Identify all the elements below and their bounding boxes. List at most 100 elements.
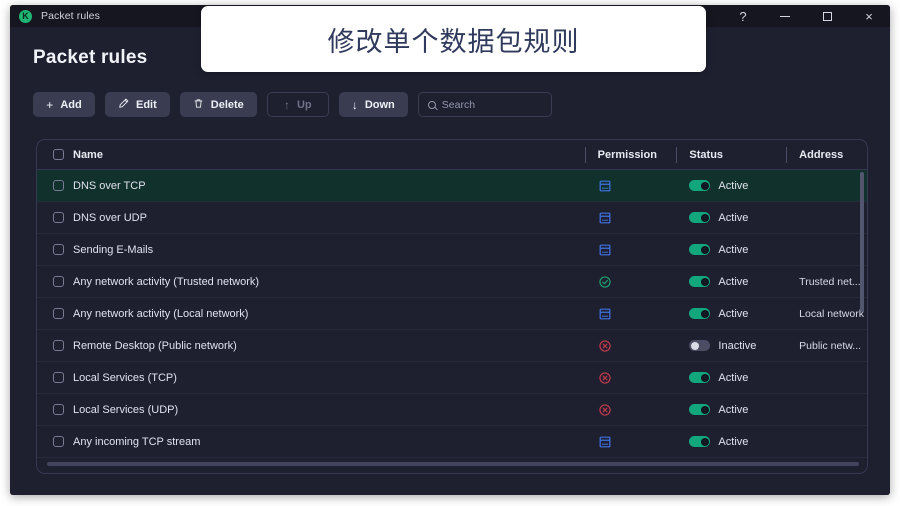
- move-down-button[interactable]: ↓ Down: [338, 92, 408, 117]
- help-icon[interactable]: ?: [722, 5, 764, 27]
- column-header-address[interactable]: Address: [786, 140, 867, 170]
- status-toggle[interactable]: [689, 340, 711, 351]
- permission-cell[interactable]: [585, 234, 677, 266]
- column-header-status[interactable]: Status: [676, 140, 786, 170]
- row-checkbox[interactable]: [53, 244, 64, 255]
- vertical-scrollbar[interactable]: [860, 172, 864, 312]
- row-checkbox[interactable]: [53, 372, 64, 383]
- close-icon[interactable]: ×: [848, 5, 890, 27]
- select-all-checkbox[interactable]: [53, 149, 64, 160]
- row-checkbox[interactable]: [53, 276, 64, 287]
- status-toggle-knob: [700, 373, 709, 382]
- permission-block-icon: [598, 403, 612, 417]
- status-toggle[interactable]: [689, 404, 711, 415]
- rule-name-cell: Any network activity (Trusted network): [37, 266, 585, 298]
- horizontal-scrollbar[interactable]: [47, 462, 859, 466]
- table-row[interactable]: Any incoming TCP stream Active: [37, 426, 867, 458]
- status-toggle[interactable]: [689, 372, 711, 383]
- table-row[interactable]: Local Services (UDP) Active: [37, 394, 867, 426]
- address-cell: Trusted net...: [799, 275, 861, 288]
- row-checkbox[interactable]: [53, 340, 64, 351]
- pencil-icon: [118, 98, 129, 111]
- row-checkbox[interactable]: [53, 308, 64, 319]
- permission-prompt-icon: [598, 211, 612, 225]
- status-cell[interactable]: Active: [676, 394, 786, 426]
- permission-cell[interactable]: [585, 266, 677, 298]
- status-toggle[interactable]: [689, 212, 711, 223]
- status-toggle[interactable]: [689, 276, 711, 287]
- screen: K Packet rules ? × Packet rules + Add Ed…: [0, 0, 900, 506]
- delete-button[interactable]: Delete: [179, 92, 257, 117]
- status-label: Active: [718, 179, 749, 192]
- minimize-icon[interactable]: [764, 5, 806, 27]
- row-checkbox[interactable]: [53, 436, 64, 447]
- permission-prompt-icon: [598, 307, 612, 321]
- column-header-name[interactable]: Name: [37, 140, 585, 170]
- rule-name-label: Sending E-Mails: [73, 243, 154, 256]
- address-cell: [786, 202, 867, 234]
- status-cell[interactable]: Inactive: [676, 330, 786, 362]
- permission-cell[interactable]: [585, 362, 677, 394]
- permission-block-icon: [598, 371, 612, 385]
- rules-table: Name Permission Status Address DNS over …: [36, 139, 868, 474]
- permission-cell[interactable]: [585, 298, 677, 330]
- status-cell[interactable]: Active: [676, 202, 786, 234]
- permission-cell[interactable]: [585, 170, 677, 202]
- rule-name-label: Local Services (TCP): [73, 371, 177, 384]
- rule-name-label: Remote Desktop (Public network): [73, 339, 237, 352]
- column-header-name-label: Name: [73, 148, 103, 161]
- status-cell[interactable]: Active: [676, 426, 786, 458]
- status-label: Active: [718, 307, 749, 320]
- status-label: Active: [718, 275, 749, 288]
- status-cell[interactable]: Active: [676, 170, 786, 202]
- status-cell[interactable]: Active: [676, 362, 786, 394]
- row-checkbox[interactable]: [53, 404, 64, 415]
- address-cell: [786, 362, 867, 394]
- row-checkbox[interactable]: [53, 212, 64, 223]
- table-row[interactable]: Remote Desktop (Public network) Inactive P…: [37, 330, 867, 362]
- add-button[interactable]: + Add: [33, 92, 95, 117]
- edit-button[interactable]: Edit: [105, 92, 170, 117]
- permission-block-icon: [598, 339, 612, 353]
- status-toggle-knob: [700, 437, 709, 446]
- permission-cell[interactable]: [585, 394, 677, 426]
- page-title: Packet rules: [33, 47, 148, 68]
- row-checkbox[interactable]: [53, 180, 64, 191]
- move-up-button[interactable]: ↑ Up: [266, 92, 329, 117]
- status-cell[interactable]: Active: [676, 234, 786, 266]
- window-controls: ? ×: [722, 5, 890, 27]
- permission-cell[interactable]: [585, 330, 677, 362]
- rule-name-cell: DNS over UDP: [37, 202, 585, 234]
- table-row[interactable]: Any network activity (Local network) Acti…: [37, 298, 867, 330]
- table-row[interactable]: DNS over TCP Active: [37, 170, 867, 202]
- status-toggle[interactable]: [689, 308, 711, 319]
- rule-name-cell: Local Services (TCP): [37, 362, 585, 394]
- table-body: DNS over TCP Active DNS over UDP Active Send…: [37, 170, 867, 473]
- table-row[interactable]: Sending E-Mails Active: [37, 234, 867, 266]
- table-row[interactable]: Local Services (TCP) Active: [37, 362, 867, 394]
- status-cell[interactable]: Active: [676, 298, 786, 330]
- column-header-permission[interactable]: Permission: [584, 140, 677, 170]
- rule-name-cell: Sending E-Mails: [37, 234, 585, 266]
- permission-cell[interactable]: [585, 426, 677, 458]
- status-toggle-knob: [700, 213, 709, 222]
- status-label: Active: [718, 403, 749, 416]
- table-row[interactable]: Any network activity (Trusted network) Ac…: [37, 266, 867, 298]
- permission-cell[interactable]: [585, 202, 677, 234]
- status-cell[interactable]: Active: [676, 266, 786, 298]
- status-toggle-knob: [700, 405, 709, 414]
- rule-name-label: DNS over TCP: [73, 179, 146, 192]
- status-toggle[interactable]: [689, 244, 711, 255]
- status-toggle[interactable]: [689, 180, 711, 191]
- delete-button-label: Delete: [210, 98, 244, 111]
- horizontal-scrollbar-thumb[interactable]: [47, 462, 859, 466]
- window-content: Packet rules + Add Edit Delete ↑ Up ↓ Do…: [10, 27, 890, 495]
- maximize-icon[interactable]: [806, 5, 848, 27]
- search-input[interactable]: Search: [417, 92, 552, 117]
- status-toggle[interactable]: [689, 436, 711, 447]
- permission-allow-icon: [598, 275, 612, 289]
- status-toggle-knob: [700, 277, 709, 286]
- move-up-button-label: Up: [296, 98, 312, 111]
- rule-name-label: Local Services (UDP): [73, 403, 179, 416]
- table-row[interactable]: DNS over UDP Active: [37, 202, 867, 234]
